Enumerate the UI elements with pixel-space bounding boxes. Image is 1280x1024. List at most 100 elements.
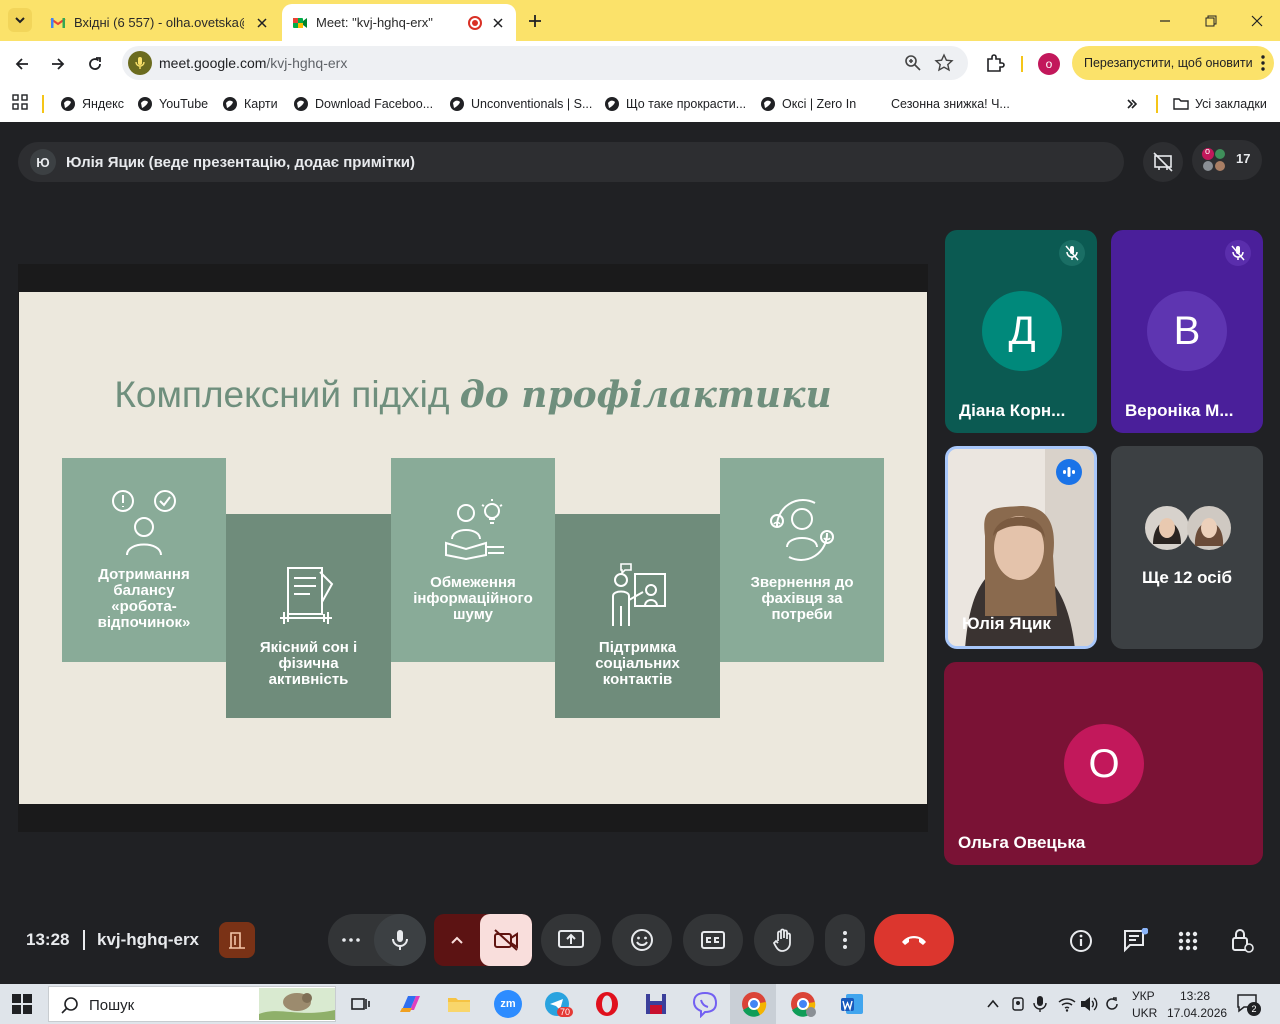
back-button[interactable] [9,51,35,77]
raise-hand-button[interactable] [754,914,814,966]
bookmark-item[interactable]: Карти [222,93,278,115]
input-language-top[interactable]: УКР [1132,989,1155,1003]
address-bar[interactable]: meet.google.com/kvj-hghq-erx [122,46,968,80]
chevron-up-icon[interactable] [986,997,1000,1011]
close-window-button[interactable] [1244,8,1270,34]
profile-avatar[interactable]: о [1038,53,1060,75]
system-time[interactable]: 13:28 [1180,989,1210,1003]
globe-icon [138,97,152,111]
mic-toggle-button[interactable] [374,914,426,966]
volume-icon[interactable] [1080,996,1098,1012]
slide-title: Комплексний підхід до профілактики [19,374,927,416]
bookmark-star-icon[interactable] [934,53,954,73]
more-participants-tile[interactable]: Ще 12 осіб [1111,446,1263,649]
globe-icon [294,97,308,111]
leave-call-button[interactable] [874,914,954,966]
camera-toggle-button[interactable] [480,914,532,966]
copilot-icon[interactable] [396,990,424,1018]
tab-gmail[interactable]: Вхідні (6 557) - olha.ovetska@n [40,4,280,41]
participants-button[interactable]: о 17 [1192,140,1262,180]
bookmark-item[interactable]: Оксі | Zero In [760,93,856,115]
presenter-text: Юлія Яцик (веде презентацію, додає примі… [66,153,416,171]
all-bookmarks-button[interactable]: Усі закладки [1173,93,1267,115]
host-controls-lock-button[interactable] [1227,926,1257,956]
opera-icon[interactable] [593,990,621,1018]
bookmark-item[interactable]: Сезонна знижка! Ч... [891,93,1010,115]
task-view-icon[interactable] [346,990,374,1018]
restore-button[interactable] [1198,8,1224,34]
system-date[interactable]: 17.04.2026 [1167,1006,1227,1020]
close-icon[interactable] [490,15,506,31]
minimize-button[interactable] [1152,8,1178,34]
slide-card-work-life-balance: Дотримання балансу «робота-відпочинок» [62,458,226,662]
participant-avatar: Д [982,291,1062,371]
url-host: meet.google.com [159,55,267,71]
bookmark-label: Яндекс [82,97,125,111]
slide-card-label: Звернення до фахівця за потреби [750,574,854,623]
microphone-tray-icon[interactable] [1033,995,1047,1013]
viber-icon[interactable] [691,990,719,1018]
presentation-slide: Комплексний підхід до профілактики Дотри… [19,292,927,804]
bookmarks-overflow-button[interactable] [1126,93,1138,115]
present-now-button[interactable] [541,914,601,966]
chat-button[interactable] [1120,926,1150,956]
chrome-profile-icon[interactable] [789,990,817,1018]
windows-start-icon[interactable] [12,994,32,1014]
search-icon [61,997,78,1014]
toolbar-separator [1021,56,1023,72]
file-explorer-icon[interactable] [445,990,473,1018]
telegram-icon[interactable]: 70 [543,990,574,1018]
participant-tile[interactable]: Д Діана Корн... [945,230,1097,433]
forward-button[interactable] [45,51,71,77]
participant-tile[interactable]: В Вероніка М... [1111,230,1263,433]
bookmark-item[interactable]: Unconventionals | S... [449,93,592,115]
globe-icon [761,97,775,111]
close-icon[interactable] [254,15,270,31]
bookmark-item[interactable]: Яндекс [60,93,124,115]
tab-search-button[interactable] [8,8,32,32]
bookmark-item[interactable]: Download Faceboo... [293,93,433,115]
sync-icon[interactable] [1104,996,1120,1012]
slide-card-sleep-activity: Якісний сон і фізична активність [226,514,391,718]
slide-card-info-noise: Обмеження інформаційного шуму [391,458,555,662]
bookmarks-separator [1156,95,1158,113]
meeting-details-button[interactable] [1066,926,1096,956]
tab-strip: Вхідні (6 557) - olha.ovetska@n Meet: "k… [0,0,1280,41]
present-to-all-icon [558,930,584,948]
participant-tile-speaking[interactable]: Юлія Яцик [945,446,1097,649]
clock-divider [83,930,85,950]
word-icon[interactable] [838,990,866,1018]
chrome-icon[interactable] [740,990,768,1018]
participant-name: Юлія Яцик [962,614,1051,633]
new-tab-button[interactable] [524,10,546,32]
reactions-button[interactable] [612,914,672,966]
url-path: /kvj-hghq-erx [266,55,348,71]
extensions-icon[interactable] [984,52,1006,74]
hide-presentation-button[interactable] [1143,142,1183,182]
camera-tray-icon[interactable] [1010,996,1026,1012]
relaunch-update-button[interactable]: Перезапустити, щоб оновити [1072,46,1274,80]
participant-tile[interactable]: О Ольга Овецька [944,662,1263,865]
zoom-icon[interactable] [904,54,922,72]
microphone-icon[interactable] [128,51,152,75]
wifi-icon[interactable] [1058,996,1076,1012]
captions-button[interactable] [683,914,743,966]
reload-button[interactable] [82,51,108,77]
more-options-button[interactable] [825,914,865,966]
audio-options-button[interactable] [328,914,374,966]
video-options-button[interactable] [434,914,480,966]
apps-grid-icon[interactable] [12,94,28,110]
host-controls-button[interactable] [219,922,255,958]
notification-center-button[interactable]: 2 [1236,992,1261,1016]
zoom-app-icon[interactable]: zm [494,990,522,1018]
globe-icon [605,97,619,111]
mic-off-icon [1059,240,1085,266]
bookmark-item[interactable]: YouTube [137,93,208,115]
activities-button[interactable] [1173,926,1203,956]
bookmark-item[interactable]: Що таке прокрасти... [604,93,746,115]
input-language-bottom[interactable]: UKR [1132,1006,1157,1020]
tab-meet[interactable]: Meet: "kvj-hghq-erx" [282,4,516,41]
save-app-icon[interactable] [642,990,670,1018]
taskbar-search[interactable]: Пошук [48,986,336,1022]
slide-card-label: Обмеження інформаційного шуму [413,574,533,623]
